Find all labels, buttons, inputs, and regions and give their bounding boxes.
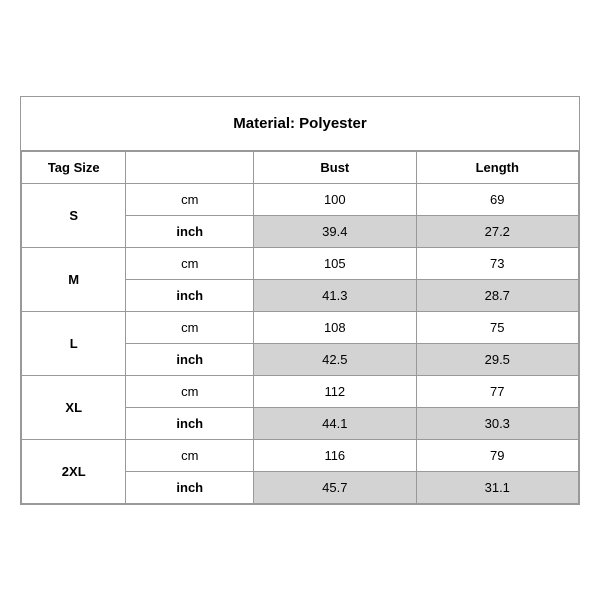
bust-inch-value: 41.3 — [254, 279, 416, 311]
bust-cm-value: 112 — [254, 375, 416, 407]
table-row: XLcm11277 — [22, 375, 579, 407]
unit-cm: cm — [126, 247, 254, 279]
size-table: Tag Size Bust Length Scm10069inch39.427.… — [21, 151, 579, 504]
unit-inch: inch — [126, 407, 254, 439]
length-inch-value: 31.1 — [416, 471, 578, 503]
length-cm-value: 77 — [416, 375, 578, 407]
length-inch-value: 27.2 — [416, 215, 578, 247]
table-row: Mcm10573 — [22, 247, 579, 279]
unit-inch: inch — [126, 343, 254, 375]
bust-inch-value: 44.1 — [254, 407, 416, 439]
header-tag-size: Tag Size — [22, 151, 126, 183]
size-chart-container: Material: Polyester Tag Size Bust Length… — [20, 96, 580, 505]
bust-inch-value: 39.4 — [254, 215, 416, 247]
length-cm-value: 75 — [416, 311, 578, 343]
bust-cm-value: 100 — [254, 183, 416, 215]
length-cm-value: 69 — [416, 183, 578, 215]
unit-inch: inch — [126, 471, 254, 503]
tag-size-cell: L — [22, 311, 126, 375]
bust-cm-value: 105 — [254, 247, 416, 279]
unit-cm: cm — [126, 183, 254, 215]
length-cm-value: 79 — [416, 439, 578, 471]
tag-size-cell: XL — [22, 375, 126, 439]
length-inch-value: 30.3 — [416, 407, 578, 439]
length-cm-value: 73 — [416, 247, 578, 279]
table-row: 2XLcm11679 — [22, 439, 579, 471]
bust-cm-value: 108 — [254, 311, 416, 343]
unit-cm: cm — [126, 311, 254, 343]
unit-inch: inch — [126, 279, 254, 311]
tag-size-cell: 2XL — [22, 439, 126, 503]
header-length: Length — [416, 151, 578, 183]
header-unit-spacer — [126, 151, 254, 183]
bust-inch-value: 45.7 — [254, 471, 416, 503]
table-row: Scm10069 — [22, 183, 579, 215]
table-row: Lcm10875 — [22, 311, 579, 343]
bust-inch-value: 42.5 — [254, 343, 416, 375]
unit-inch: inch — [126, 215, 254, 247]
length-inch-value: 28.7 — [416, 279, 578, 311]
header-bust: Bust — [254, 151, 416, 183]
unit-cm: cm — [126, 375, 254, 407]
tag-size-cell: M — [22, 247, 126, 311]
bust-cm-value: 116 — [254, 439, 416, 471]
tag-size-cell: S — [22, 183, 126, 247]
unit-cm: cm — [126, 439, 254, 471]
chart-title: Material: Polyester — [21, 97, 579, 151]
length-inch-value: 29.5 — [416, 343, 578, 375]
